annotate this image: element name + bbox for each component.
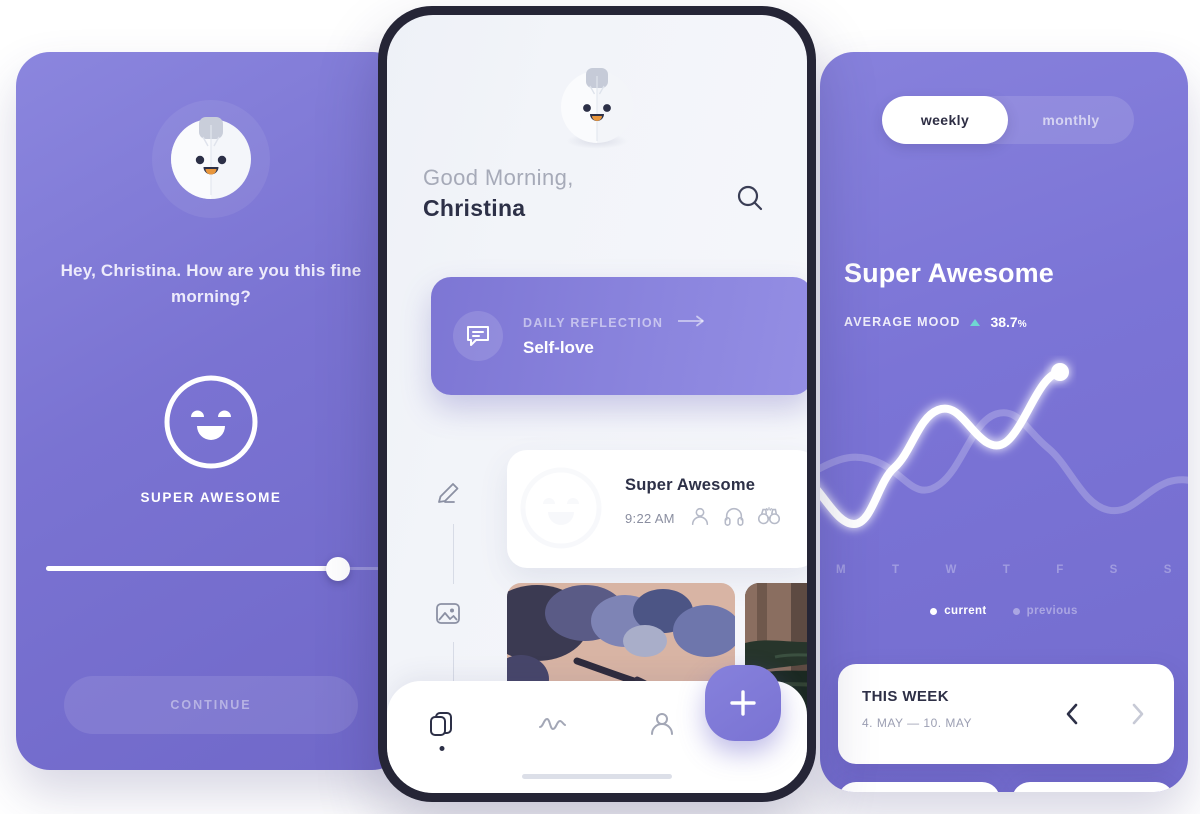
center-greeting: Good Morning, Christina [423, 165, 574, 222]
left-greeting-text: Hey, Christina. How are you this fine mo… [60, 261, 362, 307]
toggle-weekly[interactable]: weekly [882, 96, 1008, 144]
period-toggle[interactable]: weekly monthly [882, 96, 1134, 144]
chevron-left-icon[interactable] [1060, 700, 1084, 728]
day-tick: S [1163, 564, 1172, 576]
legend-label: previous [1026, 605, 1078, 617]
binoculars-icon [757, 505, 781, 532]
mood-face-super-awesome-icon [159, 370, 263, 474]
greeting-line-1: Good Morning, [423, 165, 574, 190]
chevron-right-icon[interactable] [1126, 700, 1150, 728]
slider-thumb[interactable] [326, 557, 351, 581]
week-selector-card: THIS WEEK 4. MAY — 10. MAY [838, 664, 1174, 764]
average-mood-row: AVERAGE MOOD 38.7% [844, 314, 1027, 330]
rail-divider [452, 524, 454, 584]
day-tick: T [1002, 564, 1011, 576]
continue-button[interactable]: CONTINUE [64, 676, 358, 734]
arrow-right-icon[interactable] [677, 314, 707, 332]
center-phone-device: Good Morning, Christina DAILY REFLECTION… [378, 6, 816, 802]
right-phone-screen: weekly monthly Super Awesome AVERAGE MOO… [820, 52, 1188, 792]
legend-dot-current [930, 607, 938, 615]
person-icon [689, 505, 711, 532]
week-card-range: 4. MAY — 10. MAY [862, 716, 973, 730]
reflection-kicker: DAILY REFLECTION [523, 316, 664, 330]
mascot-avatar-icon [167, 115, 255, 203]
week-card-title: THIS WEEK [862, 688, 949, 705]
right-page-title: Super Awesome [844, 258, 1054, 288]
app-mockup-stage: Hey, Christina. How are you this fine mo… [0, 0, 1200, 814]
average-mood-value: 38.7% [990, 314, 1027, 330]
chart-day-axis: M T W T F S S [836, 564, 1172, 576]
day-tick: T [892, 564, 900, 576]
slider-fill [46, 566, 339, 571]
day-tick: W [945, 564, 957, 576]
average-mood-label: AVERAGE MOOD [844, 315, 961, 329]
nav-cards-icon[interactable] [427, 709, 457, 751]
left-mood-label: SUPER AWESOME [140, 490, 282, 505]
legend-label: current [944, 605, 987, 617]
mini-card-left[interactable] [838, 782, 1000, 792]
center-phone-screen: Good Morning, Christina DAILY REFLECTION… [387, 15, 807, 793]
image-photo-icon[interactable] [433, 598, 463, 628]
bottom-navigation-bar: + [387, 665, 807, 793]
nav-pulse-icon[interactable] [537, 709, 567, 739]
day-tick: M [836, 564, 847, 576]
entry-title: Super Awesome [625, 476, 756, 494]
legend-previous: previous [1012, 605, 1078, 617]
toggle-monthly[interactable]: monthly [1008, 96, 1134, 144]
day-tick: S [1109, 564, 1118, 576]
chart-legend: current previous [820, 605, 1188, 617]
entry-time: 9:22 AM [625, 511, 675, 526]
chat-bubble-icon [453, 311, 503, 361]
pencil-edit-icon[interactable] [433, 480, 463, 510]
reflection-title: Self-love [523, 338, 594, 357]
greeting-line-2: Christina [423, 195, 526, 221]
search-icon[interactable] [735, 183, 765, 213]
headphones-icon [723, 505, 745, 532]
home-indicator [522, 774, 672, 779]
trend-up-icon [970, 318, 981, 326]
nav-active-dot [439, 746, 445, 751]
mini-card-right[interactable] [1012, 782, 1174, 792]
legend-current: current [930, 605, 986, 617]
entry-ghost-face-icon [515, 462, 607, 554]
add-entry-fab[interactable]: + [705, 665, 781, 741]
legend-dot-previous [1012, 607, 1020, 615]
nav-profile-icon[interactable] [647, 709, 677, 739]
left-phone-screen: Hey, Christina. How are you this fine mo… [16, 52, 406, 770]
mood-line-chart [820, 352, 1188, 552]
mascot-avatar-icon [557, 67, 637, 147]
daily-reflection-card[interactable]: DAILY REFLECTION Self-love [431, 277, 807, 395]
mood-slider[interactable] [46, 557, 386, 581]
mood-entry-card[interactable]: Super Awesome 9:22 AM [507, 450, 807, 568]
day-tick: F [1056, 564, 1064, 576]
